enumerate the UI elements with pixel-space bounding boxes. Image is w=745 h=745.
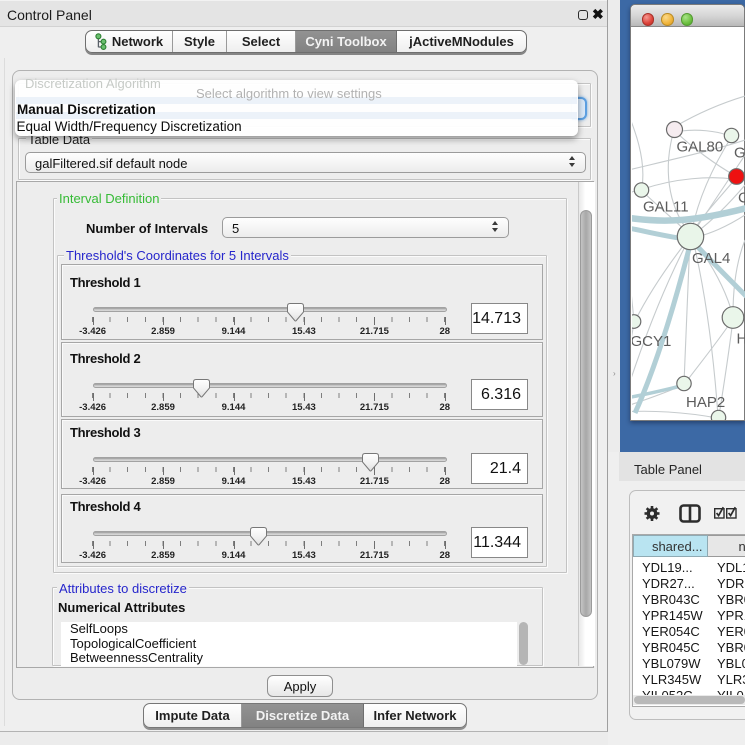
svg-text:HAP2: HAP2 (686, 394, 725, 411)
svg-text:C: C (738, 190, 745, 207)
svg-text:GAL11: GAL11 (643, 199, 689, 216)
svg-text:G...: G... (734, 145, 745, 162)
svg-text:GCY1: GCY1 (632, 333, 671, 350)
svg-text:GAL80: GAL80 (677, 139, 724, 156)
svg-text:GAL4: GAL4 (692, 250, 730, 267)
svg-text:H: H (737, 331, 745, 348)
